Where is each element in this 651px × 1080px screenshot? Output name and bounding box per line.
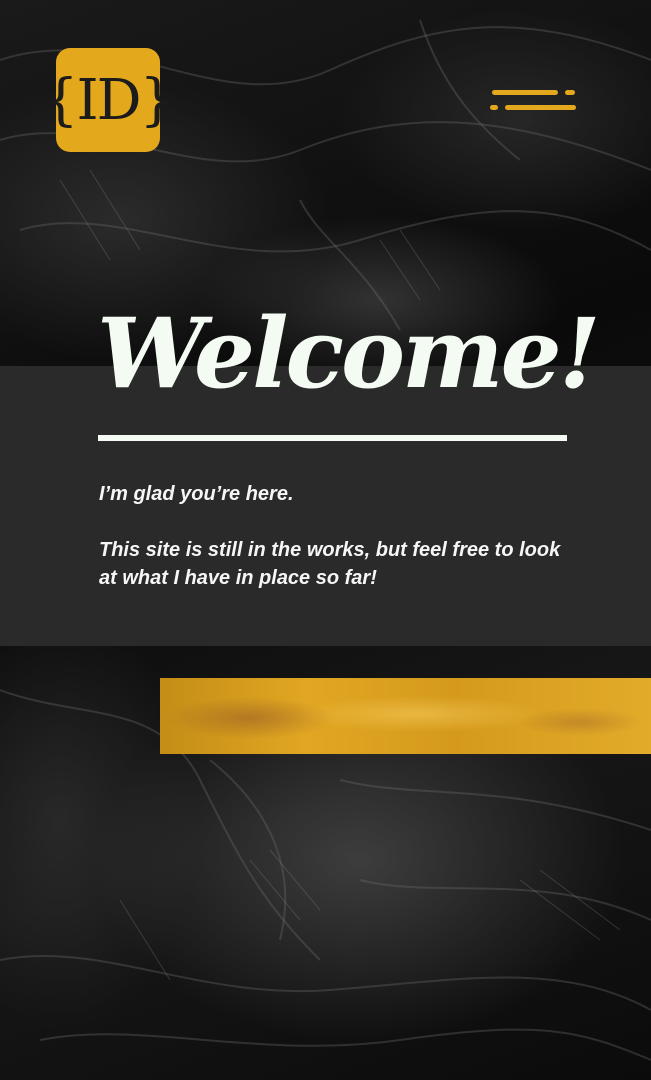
intro-line: I’m glad you’re here. [99, 483, 294, 505]
intro-text: I’m glad you’re here. This site is still… [99, 480, 569, 620]
intro-line: This site is still in the works, but fee… [99, 539, 561, 589]
logo[interactable]: {ID} [43, 48, 175, 152]
hamburger-menu-icon [490, 90, 576, 110]
title-underline [98, 435, 567, 441]
gold-paint-stripe [160, 678, 651, 754]
menu-button[interactable] [486, 86, 580, 116]
welcome-title: Welcome! [97, 297, 601, 410]
logo-text: {ID} [42, 67, 175, 133]
landing-page: {ID} Welcome! I’m glad you’re here. This… [0, 0, 651, 1080]
